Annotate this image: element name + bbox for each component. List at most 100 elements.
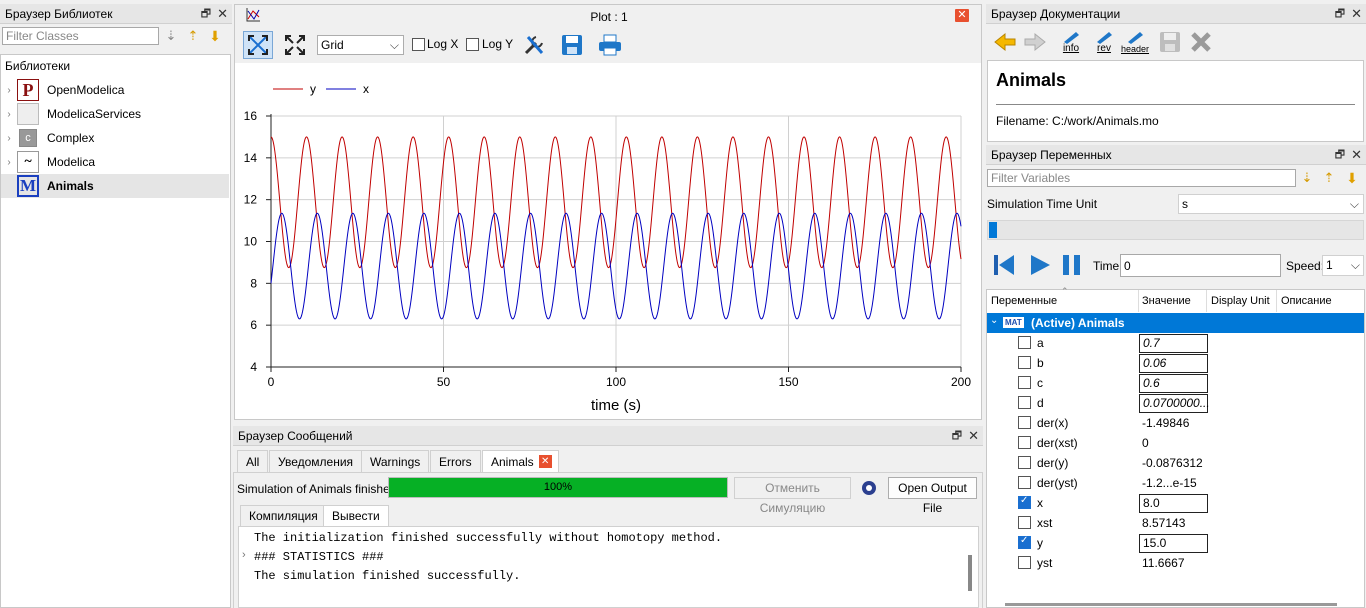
- expand-arrow-icon[interactable]: ›: [1, 133, 17, 144]
- sort-desc-icon[interactable]: ⇣: [1299, 169, 1315, 187]
- tab-animals[interactable]: Animals ✕: [482, 450, 559, 472]
- time-input[interactable]: [1120, 254, 1281, 277]
- time-slider-track[interactable]: [987, 220, 1364, 240]
- variable-row-xst[interactable]: xst 8.57143: [987, 513, 1364, 533]
- collapse-all-icon[interactable]: ⬇: [207, 27, 223, 45]
- variable-value-input[interactable]: 8.0: [1139, 494, 1208, 513]
- pause-icon[interactable]: [1058, 252, 1086, 278]
- rewind-icon[interactable]: [990, 252, 1018, 278]
- tab-all[interactable]: All: [237, 450, 269, 472]
- variable-row-der-y[interactable]: der(y) -0.0876312: [987, 453, 1364, 473]
- save-doc-icon[interactable]: [1157, 29, 1183, 55]
- subtab-output[interactable]: Вывести: [323, 505, 389, 526]
- root-row-active-animals[interactable]: ⌄ MAT (Active) Animals: [987, 313, 1364, 333]
- expand-arrow-icon[interactable]: ›: [242, 549, 246, 561]
- variable-value-input[interactable]: 0.7: [1139, 334, 1208, 353]
- collapse-all-icon[interactable]: ⬇: [1344, 169, 1360, 187]
- print-plot-icon[interactable]: [597, 31, 623, 59]
- column-header-variables[interactable]: Переменные: [991, 295, 1057, 307]
- grid-select[interactable]: Grid ⌵: [317, 35, 404, 55]
- log-x-checkbox[interactable]: [412, 38, 425, 51]
- tab-warnings[interactable]: Warnings: [361, 450, 430, 472]
- variable-row-a[interactable]: a 0.7: [987, 333, 1364, 353]
- expand-arrow-icon[interactable]: ›: [1, 109, 17, 120]
- tab-errors[interactable]: Errors: [430, 450, 481, 472]
- variable-value-input[interactable]: 0.06: [1139, 354, 1208, 373]
- tree-item-modelica[interactable]: › ~ Modelica: [1, 150, 229, 174]
- plot-variable-checkbox[interactable]: [1018, 535, 1031, 549]
- variable-row-y[interactable]: y 15.0: [987, 533, 1364, 553]
- filter-variables-input[interactable]: [987, 169, 1296, 187]
- plot-variable-checkbox[interactable]: [1018, 456, 1031, 469]
- forward-arrow-icon[interactable]: [1022, 29, 1048, 55]
- fit-in-view-icon[interactable]: [243, 31, 273, 59]
- close-icon[interactable]: ✕: [217, 4, 228, 24]
- column-header-value[interactable]: Значение: [1142, 295, 1191, 307]
- tab-notifications[interactable]: Уведомления: [269, 450, 363, 472]
- variable-row-yst[interactable]: yst 11.6667: [987, 553, 1364, 573]
- setup-tools-icon[interactable]: [521, 31, 547, 59]
- sort-asc-icon[interactable]: ⇡: [1321, 169, 1337, 187]
- close-icon[interactable]: ✕: [1351, 4, 1362, 24]
- column-header-display-unit[interactable]: Display Unit: [1211, 295, 1270, 307]
- variable-row-der-x[interactable]: der(x) -1.49846: [987, 413, 1364, 433]
- back-arrow-icon[interactable]: [992, 29, 1018, 55]
- undock-icon[interactable]: 🗗: [1335, 145, 1345, 165]
- revisions-doc-icon[interactable]: rev: [1090, 28, 1118, 56]
- variable-row-c[interactable]: c 0.6: [987, 373, 1364, 393]
- plot-variable-checkbox[interactable]: [1018, 416, 1031, 429]
- variable-value-input[interactable]: 0.0700000...: [1139, 394, 1210, 413]
- close-icon[interactable]: ✕: [1351, 145, 1362, 165]
- undock-icon[interactable]: 🗗: [1335, 4, 1345, 24]
- subtab-compilation[interactable]: Компиляция: [240, 505, 327, 526]
- save-plot-icon[interactable]: [559, 31, 585, 59]
- plot-variable-checkbox[interactable]: [1018, 336, 1031, 349]
- tree-item-complex[interactable]: › c Complex: [1, 126, 229, 150]
- discard-doc-icon[interactable]: [1188, 29, 1214, 55]
- zoom-fit-icon[interactable]: [282, 31, 308, 59]
- close-tab-icon[interactable]: ✕: [538, 455, 552, 468]
- variable-row-der-yst[interactable]: der(yst) -1.2...e-15: [987, 473, 1364, 493]
- play-icon[interactable]: [1026, 252, 1054, 278]
- plot-variable-checkbox[interactable]: [1018, 495, 1031, 509]
- sort-desc-icon[interactable]: ⇣: [163, 27, 179, 45]
- horizontal-scrollbar[interactable]: [1005, 603, 1337, 606]
- variable-value-input[interactable]: 0.6: [1139, 374, 1208, 393]
- plot-variable-checkbox[interactable]: [1018, 436, 1031, 449]
- expand-arrow-icon[interactable]: ›: [1, 85, 17, 96]
- time-slider-handle[interactable]: [989, 222, 997, 238]
- expand-arrow-icon[interactable]: ›: [1, 157, 17, 168]
- filter-classes-input[interactable]: [2, 27, 159, 45]
- tree-item-animals[interactable]: M Animals: [1, 174, 229, 198]
- speed-select[interactable]: 1 ⌵: [1322, 255, 1364, 276]
- variable-value-input[interactable]: 15.0: [1139, 534, 1208, 553]
- undock-icon[interactable]: 🗗: [201, 4, 211, 24]
- plot-variable-checkbox[interactable]: [1018, 376, 1031, 389]
- tree-item-modelicaservices[interactable]: › ModelicaServices: [1, 102, 229, 126]
- log-scrollbar[interactable]: [968, 555, 972, 591]
- log-y-checkbox[interactable]: [466, 38, 479, 51]
- plot-variable-checkbox[interactable]: [1018, 356, 1031, 369]
- plot-variable-checkbox[interactable]: [1018, 476, 1031, 489]
- open-output-file-button[interactable]: Open Output File: [888, 477, 977, 515]
- header-doc-icon[interactable]: header: [1121, 28, 1149, 56]
- simulation-output-icon[interactable]: [858, 478, 880, 498]
- plot-variable-checkbox[interactable]: [1018, 556, 1031, 569]
- close-plot-icon[interactable]: ✕: [955, 9, 969, 22]
- collapse-arrow-icon[interactable]: ⌄: [990, 315, 998, 326]
- variable-row-b[interactable]: b 0.06: [987, 353, 1364, 373]
- plot-variable-checkbox[interactable]: [1018, 396, 1031, 409]
- variable-row-x[interactable]: x 8.0: [987, 493, 1364, 513]
- close-icon[interactable]: ✕: [968, 426, 979, 446]
- info-doc-icon[interactable]: info: [1057, 28, 1085, 56]
- tree-item-openmodelica[interactable]: › P OpenModelica: [1, 78, 229, 102]
- undock-icon[interactable]: 🗗: [952, 426, 962, 446]
- sort-asc-icon[interactable]: ⇡: [185, 27, 201, 45]
- sim-time-unit-select[interactable]: s ⌵: [1178, 194, 1364, 214]
- variable-row-d[interactable]: d 0.0700000...: [987, 393, 1364, 413]
- column-header-description[interactable]: Описание: [1281, 295, 1332, 307]
- cancel-simulation-button[interactable]: Отменить Симуляцию: [734, 477, 851, 515]
- variable-row-der-xst[interactable]: der(xst) 0: [987, 433, 1364, 453]
- log-line[interactable]: ### STATISTICS ###: [254, 550, 384, 564]
- plot-variable-checkbox[interactable]: [1018, 516, 1031, 529]
